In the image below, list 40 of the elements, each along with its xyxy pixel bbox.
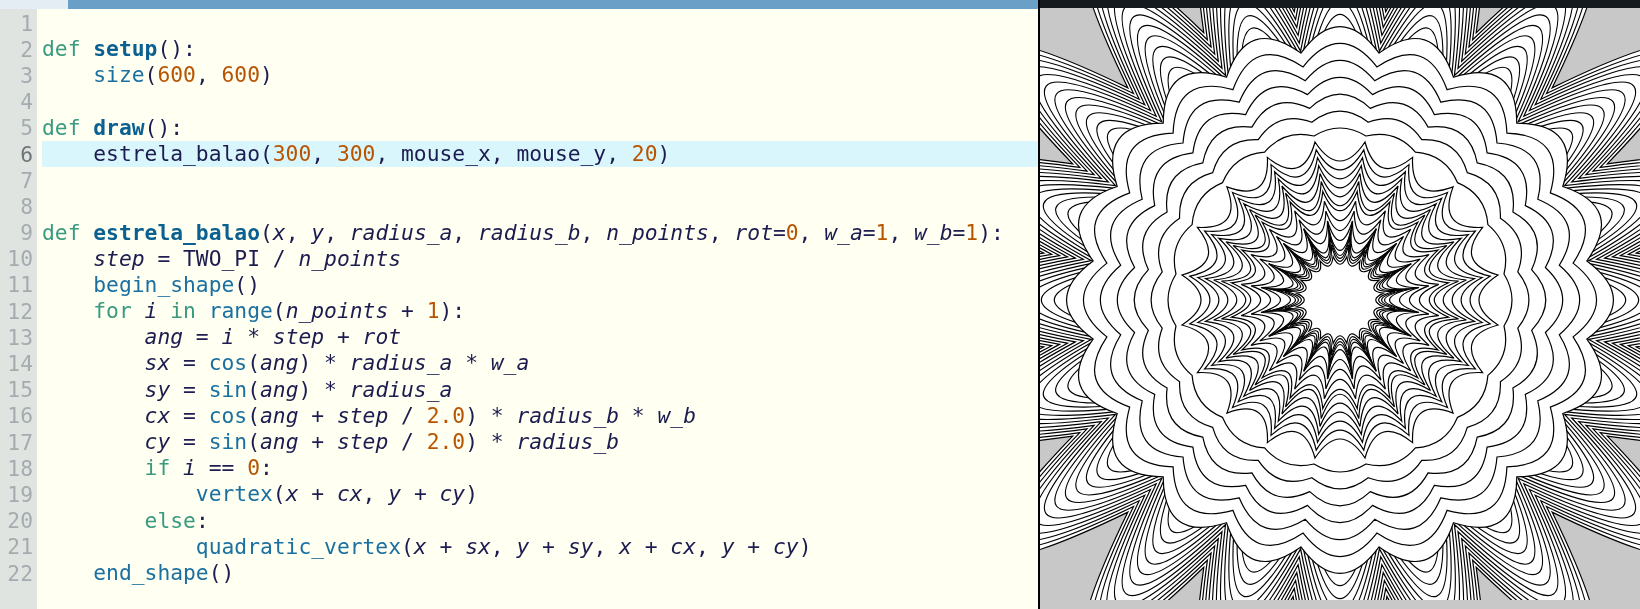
line-number: 14 [6, 351, 33, 377]
line-number: 3 [19, 62, 33, 88]
line-number: 20 [6, 508, 33, 534]
code-line: def estrela_balao(x, y, radius_a, radius_b, n_points, rot=0, w_a=1, w_b=1): [42, 219, 1005, 246]
line-number: 17 [6, 429, 33, 455]
line-number: 9 [19, 220, 33, 246]
line-number: 10 [6, 246, 33, 272]
line-number: 19 [6, 481, 33, 507]
line-number: 8 [19, 193, 33, 219]
line-number: 2 [19, 36, 33, 62]
code-line: end_shape() [92, 559, 236, 587]
code-line: cx = cos(ang + step / 2.0) * radius_b * w_b [143, 402, 697, 429]
line-number: 13 [6, 324, 33, 350]
line-number: 1 [19, 10, 33, 36]
code-line: cy = sin(ang + step / 2.0) * radius_b [143, 429, 621, 456]
code-line: size(600, 600) [92, 62, 274, 89]
line-number: 5 [19, 115, 33, 141]
line-number: 12 [6, 298, 33, 324]
code-line: vertex(x + cx, y + cy) [194, 481, 479, 508]
editor-tab[interactable] [0, 0, 68, 9]
code-line: else: [143, 507, 210, 534]
line-number: 11 [6, 272, 33, 298]
line-number: 7 [19, 167, 33, 193]
code-line: sy = sin(ang) * radius_a [143, 376, 454, 403]
code-line: if i == 0: [143, 455, 274, 482]
code-line: step = TWO_PI / n_points [92, 245, 403, 272]
line-number: 15 [6, 377, 33, 403]
line-number: 22 [6, 560, 33, 586]
code-line: for i in range(n_points + 1): [92, 298, 467, 325]
line-number: 18 [6, 455, 33, 481]
line-number: 16 [6, 403, 33, 429]
code-line: begin_shape() [92, 271, 261, 299]
code-line: ang = i * step + rot [143, 324, 403, 351]
line-number: 6 [19, 141, 33, 167]
code-line: quadratic_vertex(x + sx, y + sy, x + cx, y + cy) [194, 533, 813, 560]
line-number: 21 [6, 534, 33, 560]
line-number: 4 [19, 89, 33, 115]
code-line: def setup(): [42, 36, 197, 63]
code-line: sx = cos(ang) * radius_a * w_a [143, 350, 531, 377]
code-line: def draw(): [42, 114, 185, 141]
